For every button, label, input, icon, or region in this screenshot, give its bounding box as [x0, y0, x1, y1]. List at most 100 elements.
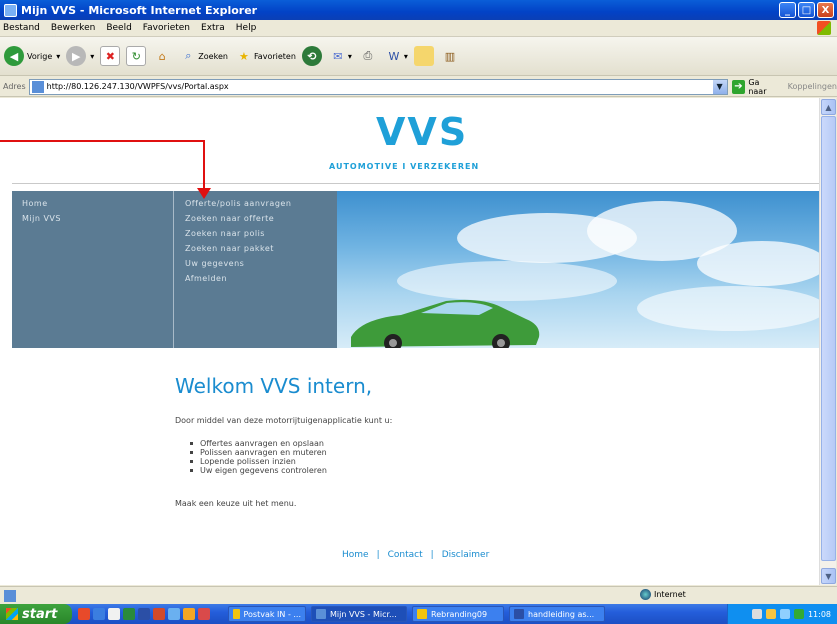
back-button[interactable]: ◀ Vorige ▾	[4, 46, 60, 66]
vertical-scrollbar[interactable]: ▲ ▼	[819, 98, 836, 585]
address-field[interactable]: http://80.126.247.130/VWPFS/vvs/Portal.a…	[28, 78, 728, 95]
print-button[interactable]: ⎙	[358, 46, 378, 66]
task-mijn-vvs[interactable]: Mijn VVS - Micr...	[311, 606, 407, 622]
nav-afmelden[interactable]: Afmelden	[175, 271, 337, 286]
ie-window: Mijn VVS - Microsoft Internet Explorer _…	[0, 0, 837, 604]
edit-button[interactable]: W ▾	[384, 46, 408, 66]
minimize-button[interactable]: _	[779, 2, 796, 18]
go-label: Ga naar	[748, 77, 767, 96]
footer-contact-link[interactable]: Contact	[388, 550, 423, 560]
task-label: Rebranding09	[431, 609, 488, 619]
tray-icon[interactable]	[793, 609, 804, 619]
refresh-button[interactable]: ↻	[126, 46, 147, 66]
scroll-down-icon[interactable]: ▼	[821, 568, 836, 584]
app-icon[interactable]	[168, 608, 180, 620]
search-button[interactable]: ⌕ Zoeken	[178, 46, 228, 66]
dropdown-icon: ▾	[347, 51, 352, 61]
folder-task-icon	[417, 609, 427, 619]
nav-zoeken-pakket[interactable]: Zoeken naar pakket	[175, 241, 337, 256]
tray-icon[interactable]	[765, 609, 776, 619]
zone-label: Internet	[654, 590, 686, 599]
title-bar[interactable]: Mijn VVS - Microsoft Internet Explorer _…	[0, 0, 837, 20]
nav-uw-gegevens[interactable]: Uw gegevens	[175, 256, 337, 271]
task-label: Mijn VVS - Micr...	[330, 609, 397, 619]
links-toolbar[interactable]: Koppelingen	[788, 82, 837, 91]
tray-icon[interactable]	[779, 609, 790, 619]
dropdown-icon: ▾	[90, 51, 95, 61]
nav-home[interactable]: Home	[12, 196, 173, 211]
ie-quick-icon[interactable]	[93, 608, 105, 620]
menu-extra[interactable]: Extra	[201, 23, 225, 33]
research-button[interactable]: ▥	[440, 46, 460, 66]
home-button[interactable]: ⌂	[152, 46, 172, 66]
mail-icon: ✉	[333, 49, 343, 63]
vvs-logo[interactable]: VVS	[376, 110, 468, 154]
ie-task-icon	[316, 609, 326, 619]
task-postvak[interactable]: Postvak IN - ...	[228, 606, 306, 622]
nav-zoeken-offerte[interactable]: Zoeken naar offerte	[175, 211, 337, 226]
logo-tagline: AUTOMOTIVE I VERZEKEREN	[329, 162, 480, 171]
navigation-band: Home Mijn VVS Offerte/polis aanvragen Zo…	[12, 191, 819, 348]
footer-home-link[interactable]: Home	[342, 550, 369, 560]
system-tray: 11:08	[727, 604, 837, 624]
feature-list: Offertes aanvragen en opslaan Polissen a…	[190, 439, 327, 475]
powerpoint-icon[interactable]	[153, 608, 165, 620]
menu-bestand[interactable]: Bestand	[3, 23, 40, 33]
home-icon: ⌂	[158, 49, 166, 63]
scroll-up-icon[interactable]: ▲	[821, 99, 836, 115]
task-handleiding[interactable]: handleiding as...	[509, 606, 605, 622]
maximize-button[interactable]: □	[798, 2, 815, 18]
favorites-label: Favorieten	[253, 51, 296, 61]
scroll-thumb[interactable]	[821, 116, 836, 561]
dropdown-icon: ▾	[403, 51, 408, 61]
start-button[interactable]: start	[0, 604, 72, 624]
print-icon: ⎙	[363, 49, 373, 62]
menu-beeld[interactable]: Beeld	[106, 23, 131, 33]
back-label: Vorige	[27, 51, 53, 61]
search-icon: ⌕	[185, 49, 192, 62]
word-quick-icon[interactable]	[138, 608, 150, 620]
excel-icon[interactable]	[123, 608, 135, 620]
search-label: Zoeken	[198, 51, 228, 61]
menu-bewerken[interactable]: Bewerken	[51, 23, 95, 33]
close-button[interactable]: X	[817, 2, 834, 18]
nav-zoeken-polis[interactable]: Zoeken naar polis	[175, 226, 337, 241]
desktop-icon[interactable]	[108, 608, 120, 620]
task-label: Postvak IN - ...	[243, 609, 302, 619]
list-item: Offertes aanvragen en opslaan	[190, 439, 327, 448]
quick-launch	[78, 608, 210, 620]
app-icon[interactable]	[198, 608, 210, 620]
tray-icon[interactable]	[751, 609, 762, 619]
go-button[interactable]: ➔ Ga naar	[731, 77, 780, 96]
app-icon[interactable]	[183, 608, 195, 620]
outlook-icon[interactable]	[78, 608, 90, 620]
address-dropdown-icon[interactable]: ▼	[712, 79, 727, 94]
footer-disclaimer-link[interactable]: Disclaimer	[442, 550, 490, 560]
stop-button[interactable]: ✖	[100, 46, 121, 66]
address-url: http://80.126.247.130/VWPFS/vvs/Portal.a…	[46, 82, 229, 91]
start-label: start	[22, 606, 58, 622]
dropdown-icon: ▾	[56, 51, 61, 61]
clock[interactable]: 11:08	[808, 610, 831, 619]
outro-text: Maak een keuze uit het menu.	[175, 499, 297, 508]
word-icon: W	[388, 49, 400, 63]
favorites-button[interactable]: ★ Favorieten	[234, 46, 296, 66]
history-button[interactable]: ⟲	[301, 46, 322, 66]
footer-links: Home | Contact | Disclaimer	[342, 550, 489, 560]
nav-mijn-vvs[interactable]: Mijn VVS	[12, 211, 173, 226]
web-viewport: VVS AUTOMOTIVE I VERZEKEREN Home Mijn VV…	[12, 98, 819, 585]
menu-help[interactable]: Help	[236, 23, 257, 33]
menu-favorieten[interactable]: Favorieten	[143, 23, 190, 33]
menu-bar: Bestand Bewerken Beeld Favorieten Extra …	[0, 20, 837, 37]
task-rebranding[interactable]: Rebranding09	[412, 606, 504, 622]
mail-button[interactable]: ✉ ▾	[328, 46, 352, 66]
folder-button[interactable]	[413, 46, 434, 66]
list-item: Uw eigen gegevens controleren	[190, 466, 327, 475]
page-status-icon	[4, 589, 16, 602]
forward-button[interactable]: ▶ ▾	[66, 46, 94, 66]
taskbar: start Postvak IN - ... Mijn VVS - Micr..…	[0, 604, 837, 624]
header-divider	[12, 183, 819, 184]
status-bar: Internet	[0, 586, 837, 604]
windows-logo-icon	[817, 21, 831, 35]
car-graphic	[351, 299, 540, 348]
